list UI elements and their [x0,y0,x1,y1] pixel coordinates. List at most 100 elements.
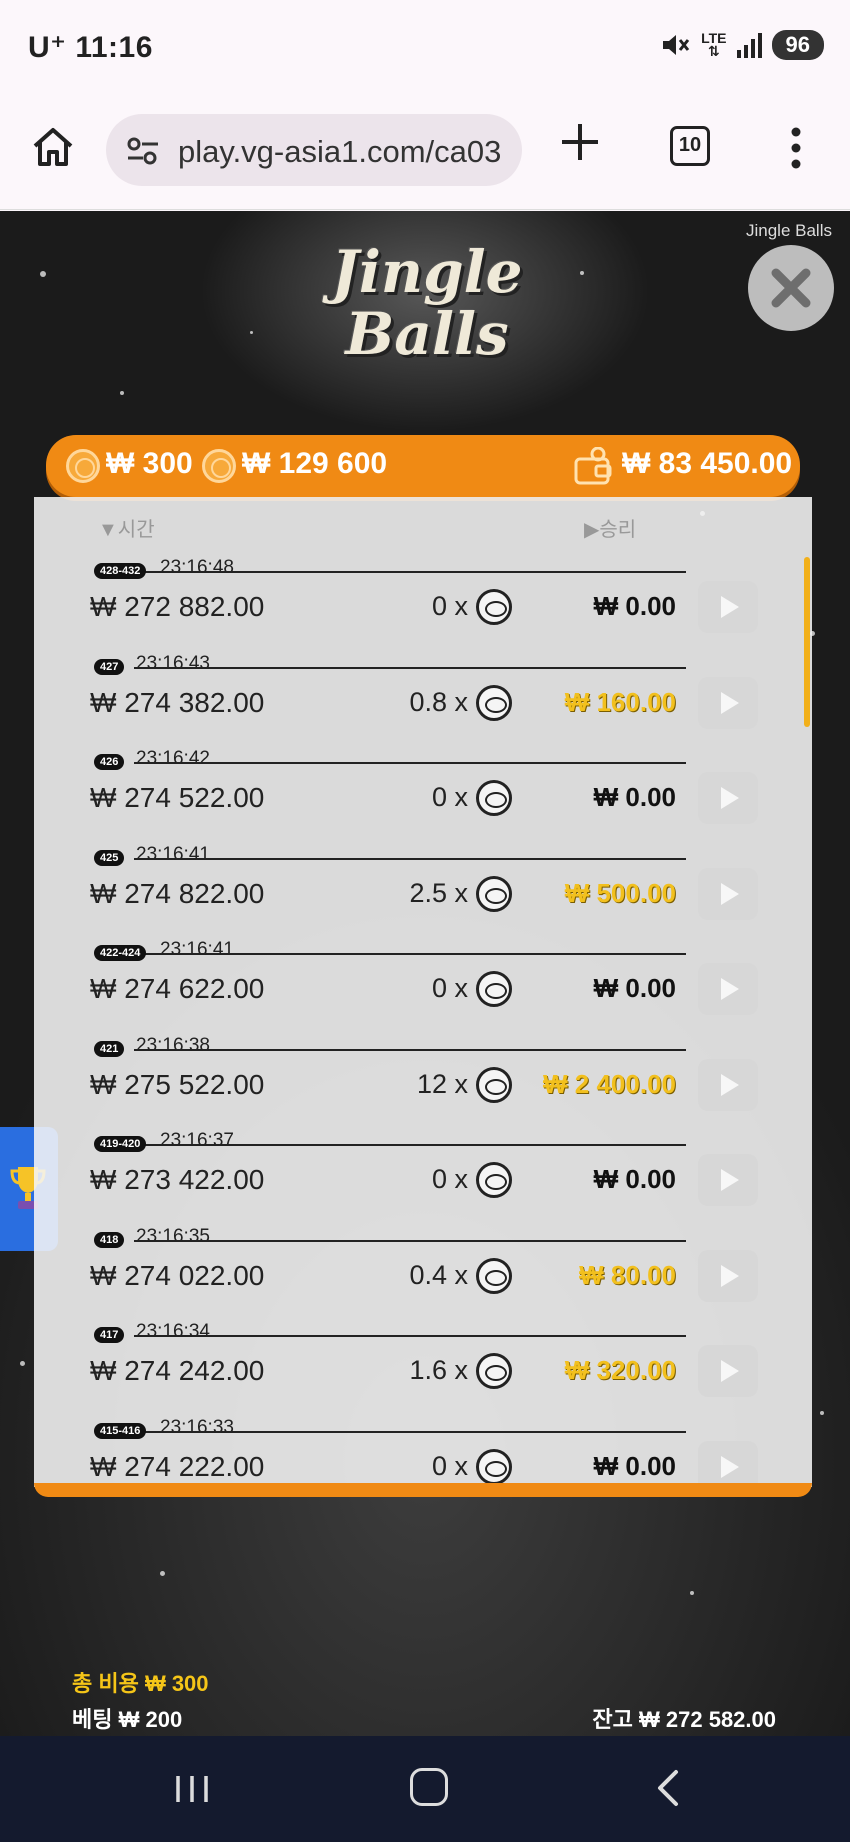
mute-icon [663,35,690,55]
status-time: U⁺ 11:16 [28,31,153,64]
coin-icon [66,449,100,483]
row-time: 23:16:35 [136,1225,210,1247]
tabs-icon[interactable]: 10 [670,126,710,166]
coin-icon [476,1448,512,1485]
round-id-badge: 421 [94,1040,125,1057]
column-header-time[interactable]: ▼시간 [98,513,155,542]
row-divider [134,1048,686,1051]
row-balance: ₩ 275 522.00 [90,1068,265,1100]
browser-toolbar: play.vg-asia1.com/ca03 10 [0,96,850,210]
lte-icon: LTE ⇅ [701,30,727,59]
row-win: ₩ 0.00 [593,591,676,621]
game-logo: Jingle Balls [322,241,532,411]
round-id-badge: 422-424 [94,945,147,961]
replay-button[interactable] [698,772,758,824]
row-divider [134,666,686,669]
battery-icon: 96 [771,30,824,60]
replay-button[interactable] [698,1058,758,1111]
row-time: 23:16:43 [136,652,210,674]
row-balance: ₩ 274 382.00 [90,686,265,718]
row-time: 23:16:37 [160,1130,234,1151]
round-id-badge: 428-432 [94,563,147,579]
row-time: 23:16:42 [136,748,210,769]
row-win: ₩ 160.00 [564,686,676,717]
more-icon[interactable] [784,124,808,172]
round-id-badge: 415-416 [94,1422,147,1439]
row-time: 23:16:33 [160,1416,234,1438]
history-row: 425 23:16:41 ₩ 274 822.00 2.5 x ₩ 500.00 [34,836,812,931]
address-bar[interactable]: play.vg-asia1.com/ca03 [106,114,522,186]
row-multiplier: 12 x [416,1068,468,1099]
close-icon [771,268,811,308]
coin-icon [476,1353,512,1389]
history-panel-footer [34,1483,812,1497]
row-win: ₩ 80.00 [579,1259,676,1290]
replay-button[interactable] [698,1440,758,1487]
total-cost-label: 총 비용 ₩ 300 [72,1671,209,1696]
status-icons: LTE ⇅ 96 [661,30,824,60]
row-multiplier: 0 x [431,591,468,621]
row-multiplier: 2.5 x [409,877,468,908]
nav-home-icon[interactable] [410,1768,448,1806]
signal-icon [736,32,762,58]
row-win: ₩ 0.00 [593,973,676,1003]
row-balance: ₩ 273 422.00 [90,1164,265,1195]
row-balance: ₩ 274 022.00 [90,1259,265,1291]
site-settings-icon[interactable] [126,136,160,166]
round-id-badge: 425 [94,849,125,866]
wallet-icon [574,447,612,485]
coin-icon [476,780,512,816]
column-header-win[interactable]: ▶승리 [584,513,636,542]
history-row: 426 23:16:42 ₩ 274 522.00 0 x ₩ 0.00 [34,740,812,835]
row-balance: ₩ 274 622.00 [90,973,265,1004]
row-win: ₩ 0.00 [593,1450,676,1481]
coin-icon [476,1257,512,1294]
row-divider [134,857,686,860]
status-bar: U⁺ 11:16 LTE ⇅ 96 [0,0,850,96]
row-time: 23:16:41 [160,939,234,960]
bet-label: 베팅 ₩ 200 [72,1707,183,1732]
recent-apps-icon[interactable] [174,1774,210,1804]
row-divider [134,1239,686,1242]
row-time: 23:16:38 [136,1034,210,1056]
replay-button[interactable] [698,581,758,633]
game-title-label: Jingle Balls [746,221,832,240]
row-win: ₩ 320.00 [564,1355,676,1385]
history-row: 421 23:16:38 ₩ 275 522.00 12 x ₩ 2 400.00 [34,1027,812,1122]
coin-icon [476,1162,512,1198]
replay-button[interactable] [698,963,758,1015]
history-row: 418 23:16:35 ₩ 274 022.00 0.4 x ₩ 80.00 [34,1218,812,1313]
row-multiplier: 0 x [431,782,468,812]
history-row: 427 23:16:43 ₩ 274 382.00 0.8 x ₩ 160.00 [34,645,812,740]
new-tab-icon[interactable] [556,118,604,166]
system-nav-bar [0,1736,850,1842]
history-row: 417 23:16:34 ₩ 274 242.00 1.6 x ₩ 320.00 [34,1313,812,1408]
replay-button[interactable] [698,676,758,729]
row-multiplier: 0 x [431,973,468,1003]
coin-icon [476,589,512,625]
row-multiplier: 1.6 x [409,1355,468,1385]
home-icon[interactable] [30,124,76,170]
coin-icon [476,875,512,912]
history-row: 422-424 23:16:41 ₩ 274 622.00 0 x ₩ 0.00 [34,931,812,1026]
row-multiplier: 0 x [431,1450,468,1481]
replay-button[interactable] [698,867,758,920]
row-divider [134,1335,686,1337]
row-win: ₩ 0.00 [593,1164,676,1194]
logo-line-2: Balls [345,300,509,368]
history-row: 428-432 23:16:48 ₩ 272 882.00 0 x ₩ 0.00 [34,549,812,644]
history-row: 415-416 23:16:33 ₩ 274 222.00 0 x ₩ 0.00 [34,1409,812,1487]
row-time: 23:16:48 [160,557,234,578]
row-win: ₩ 0.00 [593,782,676,812]
replay-button[interactable] [698,1154,758,1206]
row-win: ₩ 500.00 [564,877,676,908]
back-icon[interactable] [652,1768,682,1808]
row-balance: ₩ 274 822.00 [90,877,265,909]
replay-button[interactable] [698,1249,758,1302]
coin-icon [476,1066,512,1103]
history-panel[interactable]: ▼시간 ▶승리 428-432 23:16:48 ₩ 272 882.00 0 x ₩ … [34,497,812,1487]
row-time: 23:16:41 [136,843,210,865]
close-button[interactable] [748,245,834,331]
history-row: 419-420 23:16:37 ₩ 273 422.00 0 x ₩ 0.00 [34,1122,812,1217]
replay-button[interactable] [698,1345,758,1397]
